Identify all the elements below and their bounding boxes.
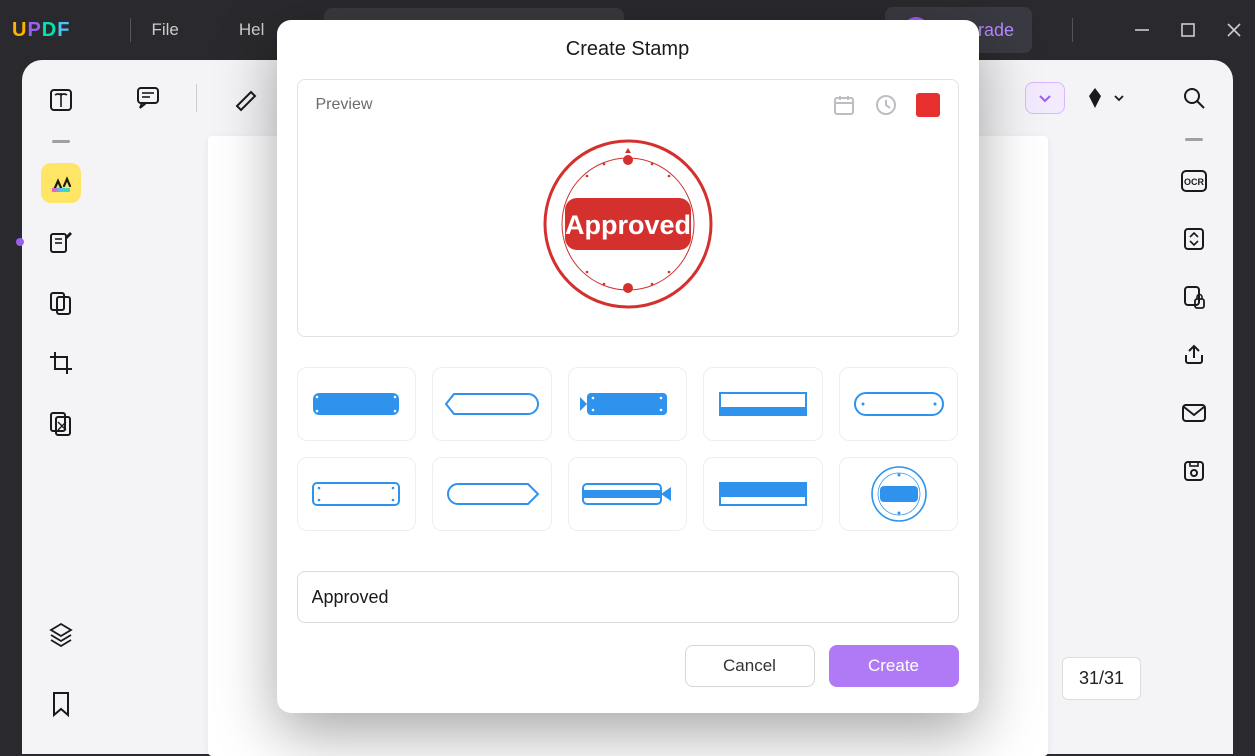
color-swatch[interactable]: [916, 93, 940, 117]
stamp-preview: Approved: [542, 138, 714, 310]
dialog-title: Create Stamp: [297, 38, 959, 61]
template-10[interactable]: [839, 457, 959, 531]
template-8[interactable]: [568, 457, 688, 531]
template-7[interactable]: [432, 457, 552, 531]
template-4[interactable]: [703, 367, 823, 441]
cancel-button[interactable]: Cancel: [685, 645, 815, 687]
preview-box: Preview: [297, 79, 959, 337]
template-2[interactable]: [432, 367, 552, 441]
template-3[interactable]: [568, 367, 688, 441]
dialog-backdrop: Create Stamp Preview: [0, 0, 1255, 754]
template-5[interactable]: [839, 367, 959, 441]
stamp-text-input[interactable]: [297, 571, 959, 623]
create-button[interactable]: Create: [829, 645, 959, 687]
clock-icon[interactable]: [874, 93, 898, 117]
calendar-icon[interactable]: [832, 93, 856, 117]
preview-canvas: Approved: [316, 130, 940, 318]
dialog-actions: Cancel Create: [297, 645, 959, 687]
template-6[interactable]: [297, 457, 417, 531]
template-1[interactable]: [297, 367, 417, 441]
template-9[interactable]: [703, 457, 823, 531]
stamp-text: Approved: [564, 210, 690, 240]
create-stamp-dialog: Create Stamp Preview: [277, 20, 979, 713]
preview-label: Preview: [316, 96, 373, 114]
template-grid: [297, 367, 959, 531]
